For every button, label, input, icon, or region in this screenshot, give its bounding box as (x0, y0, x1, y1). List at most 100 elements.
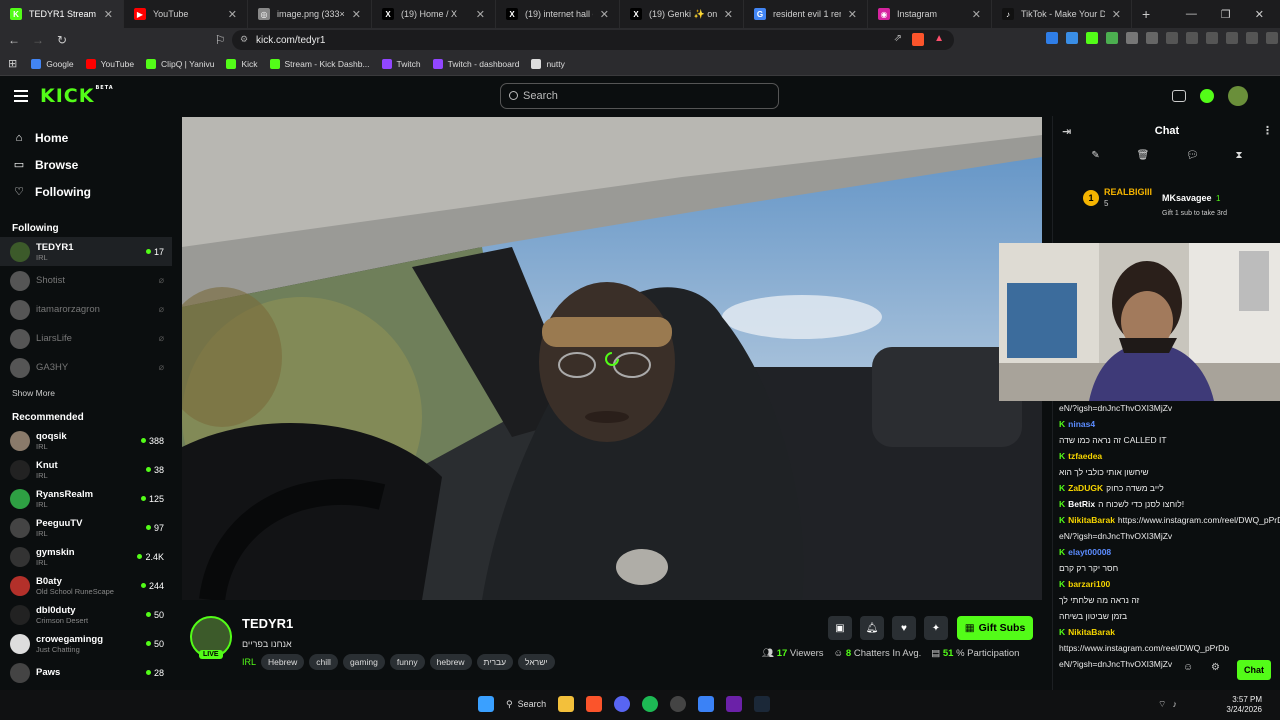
sidebar-icon[interactable] (1186, 32, 1198, 44)
file-explorer-icon[interactable] (558, 696, 575, 712)
sidebar-channel[interactable]: Shotist ⌀ (0, 266, 172, 295)
theater-mode-button[interactable]: ▣ (828, 616, 852, 640)
settings-icon[interactable]: ⚙ (1211, 662, 1220, 673)
trash-icon[interactable]: 🗑︎ (1137, 150, 1150, 161)
obs-icon[interactable] (670, 696, 687, 712)
bookmark-item[interactable]: Stream - Kick Dashb... (269, 58, 370, 69)
tag-chip[interactable]: ישראל (518, 654, 555, 670)
extension-icon[interactable] (1046, 32, 1058, 44)
bookmark-item[interactable]: ClipQ | Yanivu (146, 58, 214, 69)
nav-browse[interactable]: ▭ Browse (0, 151, 172, 178)
clock[interactable]: 3:57 PM 3/24/2026 (1226, 695, 1262, 715)
sidebar-channel[interactable]: B0aty Old School RuneScape 244 (0, 571, 172, 600)
bookmark-item[interactable]: YouTube (85, 58, 134, 69)
tag-chip[interactable]: gaming (342, 654, 385, 670)
app-icon[interactable] (726, 696, 743, 712)
browser-tab[interactable]: ◉ Instagram ✕ (868, 0, 992, 28)
nav-following[interactable]: ♡ Following (0, 178, 172, 205)
browser-tab[interactable]: X (19) Home / X ✕ (372, 0, 496, 28)
browser-tab[interactable]: K TEDYR1 Stream - Watch ✕ (0, 0, 124, 28)
bookmark-icon[interactable]: ⚐ (210, 33, 230, 47)
collapse-chat-icon[interactable]: ⇥ (1062, 125, 1071, 138)
message-icon[interactable]: 💬︎ (1186, 150, 1199, 161)
minimize-icon[interactable]: — (1186, 8, 1197, 21)
sidebar-channel[interactable]: crowegamingg Just Chatting 50 (0, 629, 172, 658)
show-more-button[interactable]: Show More (0, 382, 172, 404)
notification-bell-button[interactable]: 🔔︎ (860, 616, 884, 640)
media-icon[interactable] (1166, 32, 1178, 44)
brave-shield-icon[interactable] (912, 33, 924, 46)
chat-username[interactable]: ZaDUGK (1068, 483, 1103, 493)
extension-icon[interactable] (1066, 32, 1078, 44)
video-player[interactable] (182, 117, 1042, 600)
close-tab-icon[interactable]: ✕ (476, 8, 485, 21)
browser-tab[interactable]: Gresident evil 1 remake - G ✕ (744, 0, 868, 28)
spotify-icon[interactable] (642, 696, 659, 712)
tag-chip[interactable]: hebrew (429, 654, 472, 670)
chat-options-icon[interactable]: ⋮ (1262, 124, 1273, 137)
sidebar-channel[interactable]: dbl0duty Crimson Desert 50 (0, 600, 172, 629)
close-tab-icon[interactable]: ✕ (104, 8, 113, 21)
chat-username[interactable]: NikitaBarak (1068, 515, 1115, 525)
browser-tab[interactable]: ♪ TikTok - Make Your Day ✕ (992, 0, 1132, 28)
site-info-icon[interactable]: ⚙ (240, 34, 248, 45)
vpn-icon[interactable] (1246, 32, 1258, 44)
studio-icon[interactable] (1172, 90, 1186, 102)
taskbar-search[interactable]: ⚲ Search (506, 699, 546, 710)
forward-icon[interactable]: → (28, 33, 48, 47)
reload-icon[interactable]: ↻ (52, 33, 72, 47)
volume-icon[interactable]: ♪ (1172, 699, 1177, 710)
extension-icon[interactable] (1086, 32, 1098, 44)
kick-logo[interactable]: KICKBETA (40, 85, 114, 107)
wallet-icon[interactable] (1206, 32, 1218, 44)
avatar[interactable] (1228, 86, 1248, 106)
brave-browser-icon[interactable] (586, 696, 603, 712)
wifi-icon[interactable]: ⌔ (1158, 699, 1166, 710)
sidebar-channel[interactable]: gymskin IRL 2.4K (0, 542, 172, 571)
follow-heart-button[interactable]: ♥ (892, 616, 916, 640)
browser-tab[interactable]: X (19) internet hall of fame ✕ (496, 0, 620, 28)
bookmark-item[interactable]: Twitch - dashboard (432, 58, 519, 69)
browser-tab[interactable]: ▶ YouTube ✕ (124, 0, 248, 28)
kick-dashboard-icon[interactable] (1200, 89, 1214, 103)
chat-username[interactable]: NikitaBarak (1068, 627, 1115, 637)
discord-icon[interactable] (614, 696, 631, 712)
url-field[interactable]: ⚙ kick.com/tedyr1 ⇗ ▲ (232, 30, 954, 50)
new-tab-button[interactable]: + (1132, 6, 1160, 22)
sidebar-channel[interactable]: PeeguuTV IRL 97 (0, 513, 172, 542)
close-tab-icon[interactable]: ✕ (600, 8, 609, 21)
close-tab-icon[interactable]: ✕ (1112, 8, 1121, 21)
chat-username[interactable]: barzari100 (1068, 579, 1110, 589)
bookmark-item[interactable]: Twitch (381, 58, 421, 69)
menu-icon[interactable] (14, 90, 28, 105)
emote-icon[interactable]: ☺ (1183, 662, 1193, 673)
back-icon[interactable]: ← (4, 33, 24, 47)
share-icon[interactable]: ⇗ (894, 33, 902, 44)
extension-icon[interactable] (1126, 32, 1138, 44)
browser-tab[interactable]: ◎ image.png (333×73) ✕ (248, 0, 372, 28)
sidebar-channel[interactable]: RyansRealm IRL 125 (0, 484, 172, 513)
category-link[interactable]: IRL (242, 657, 256, 667)
sidebar-channel[interactable]: Paws 28 (0, 658, 172, 687)
sidebar-channel[interactable]: GA3HY ⌀ (0, 353, 172, 382)
tag-chip[interactable]: עברית (476, 654, 514, 670)
sidebar-channel[interactable]: LiarsLife ⌀ (0, 324, 172, 353)
browser-tab[interactable]: X (19) Genki ✨ on X: "Resid ✕ (620, 0, 744, 28)
pin-icon[interactable]: ✎ (1091, 150, 1099, 161)
extension-icon[interactable] (1146, 32, 1158, 44)
sidebar-channel[interactable]: TEDYR1 IRL 17 (0, 237, 172, 266)
menu-icon[interactable] (1266, 32, 1278, 44)
close-tab-icon[interactable]: ✕ (352, 8, 361, 21)
hourglass-icon[interactable]: ⧗ (1236, 150, 1243, 161)
close-tab-icon[interactable]: ✕ (228, 8, 237, 21)
chat-username[interactable]: BetRix (1068, 499, 1095, 509)
tag-chip[interactable]: chill (309, 654, 338, 670)
close-tab-icon[interactable]: ✕ (972, 8, 981, 21)
nav-home[interactable]: ⌂ Home (0, 124, 172, 151)
chat-username[interactable]: tzfaedea (1068, 451, 1102, 461)
chat-username[interactable]: ninas4 (1068, 419, 1095, 429)
close-tab-icon[interactable]: ✕ (724, 8, 733, 21)
bookmark-item[interactable]: Google (31, 58, 74, 69)
send-chat-button[interactable]: Chat (1237, 660, 1271, 680)
tag-chip[interactable]: Hebrew (261, 654, 305, 670)
